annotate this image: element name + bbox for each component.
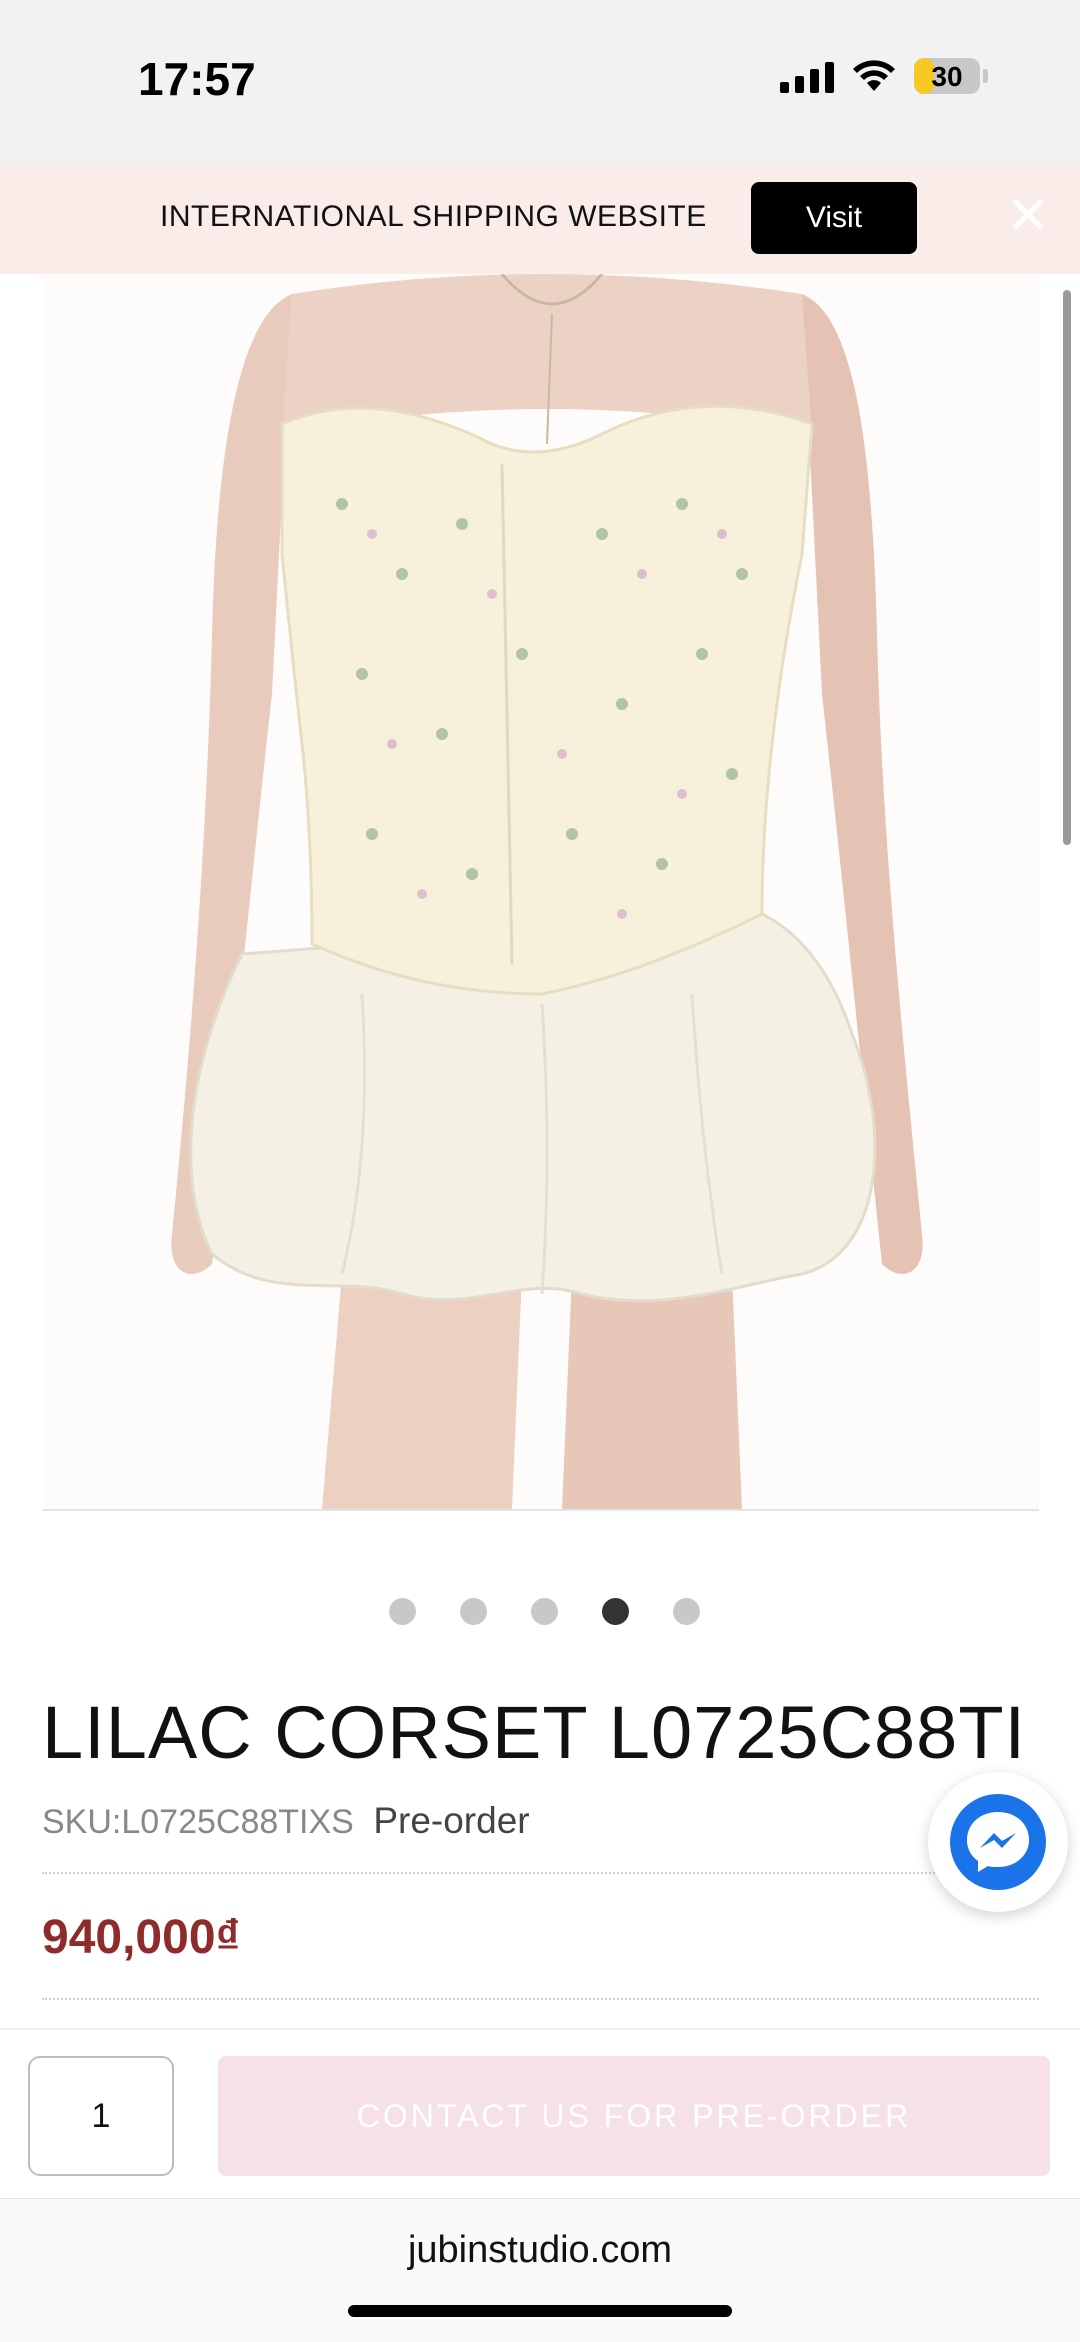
sku-label: SKU:: [42, 1803, 122, 1841]
divider: [42, 1998, 1039, 2000]
product-image[interactable]: [42, 274, 1039, 1511]
messenger-button[interactable]: [928, 1772, 1068, 1912]
carousel-dot[interactable]: [388, 1598, 416, 1625]
carousel-dot[interactable]: [601, 1598, 629, 1625]
wifi-icon: [853, 60, 895, 91]
purchase-bar: CONTACT US FOR PRE-ORDER: [0, 2028, 1080, 2200]
status-time: 17:57: [138, 53, 256, 105]
carousel-dot[interactable]: [459, 1598, 487, 1625]
browser-url-bar[interactable]: jubinstudio.com: [0, 2198, 1080, 2342]
close-icon[interactable]: ✕: [1000, 188, 1056, 244]
visit-button[interactable]: Visit: [751, 182, 917, 254]
carousel-dot[interactable]: [672, 1598, 700, 1625]
home-indicator[interactable]: [348, 2305, 732, 2317]
product-title: LILAC CORSET L0725C88TI: [42, 1691, 1027, 1774]
sku-line: SKU:L0725C88TIXS Pre-order: [42, 1800, 530, 1842]
url-text[interactable]: jubinstudio.com: [0, 2229, 1080, 2272]
carousel-dot[interactable]: [530, 1598, 558, 1625]
scrollbar[interactable]: [1063, 290, 1071, 845]
quantity-input[interactable]: [28, 2056, 174, 2176]
status-icons: 30: [780, 58, 988, 94]
status-bar: 17:57 30: [0, 0, 1080, 162]
divider: [42, 1872, 1039, 1874]
carousel-dots: [0, 1598, 1080, 1625]
product-photo: [42, 274, 1039, 1509]
contact-preorder-button[interactable]: CONTACT US FOR PRE-ORDER: [218, 2056, 1050, 2176]
product-price: 940,000₫: [42, 1911, 241, 1964]
banner-text: INTERNATIONAL SHIPPING WEBSITE: [160, 200, 707, 233]
messenger-icon: [950, 1794, 1046, 1890]
cellular-signal-icon: [780, 59, 834, 93]
sku-value: L0725C88TIXS: [121, 1803, 354, 1841]
battery-level: 30: [931, 61, 963, 92]
availability-status: Pre-order: [373, 1800, 530, 1841]
shipping-banner: INTERNATIONAL SHIPPING WEBSITE Visit ✕: [0, 162, 1080, 274]
battery-icon: 30: [914, 58, 988, 94]
